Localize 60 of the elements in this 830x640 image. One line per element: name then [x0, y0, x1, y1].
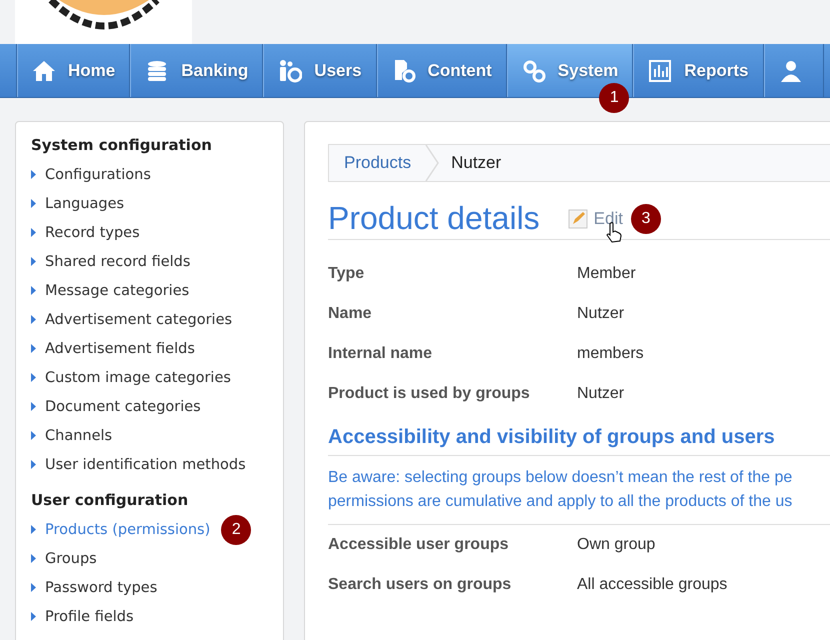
sidebar-link[interactable]: Advertisement fields [45, 340, 195, 356]
sidebar-heading: System configuration [31, 136, 213, 154]
sidebar-link[interactable]: Profile fields [45, 608, 134, 624]
sidebar-link[interactable]: Languages [45, 196, 124, 212]
caret-icon [31, 431, 36, 440]
field-value: Nutzer [577, 385, 624, 403]
field-value: Own group [577, 536, 656, 554]
field-label: Name [328, 305, 373, 323]
field-label: Search users on groups [328, 576, 512, 594]
caret-icon [31, 460, 36, 469]
users-gear-icon [278, 58, 302, 82]
caret-icon [31, 228, 36, 237]
breadcrumb-link[interactable]: Products [344, 153, 412, 173]
caret-icon [31, 286, 36, 295]
sidebar-link[interactable]: Document categories [45, 398, 201, 414]
chart-icon [648, 58, 672, 82]
sidebar-heading: User configuration [31, 491, 190, 509]
breadcrumb-current: Nutzer [451, 153, 502, 173]
sidebar-link[interactable]: Advertisement categories [45, 312, 232, 328]
caret-icon [31, 612, 36, 621]
caret-icon [31, 257, 36, 266]
field-label: Accessible user groups [328, 536, 510, 554]
field-value: Member [577, 265, 636, 283]
field-label: Product is used by groups [328, 385, 531, 403]
caret-icon [31, 170, 36, 179]
step-badge: 2 [221, 514, 252, 544]
sidebar-link[interactable]: Products (permissions) [45, 522, 210, 538]
caret-icon [31, 583, 36, 592]
sidebar-link[interactable]: Record types [45, 224, 140, 240]
page-title: Product details [328, 200, 540, 237]
caret-icon [31, 344, 36, 353]
field-value: members [577, 345, 644, 363]
section-heading: Accessibility and visibility of groups and users [328, 426, 830, 456]
sidebar-link[interactable]: Password types [45, 580, 158, 596]
sidebar-link[interactable]: Shared record fields [45, 254, 190, 270]
notice-text: Be aware: selecting groups below doesn’t mean the rest of the pe [328, 468, 794, 488]
step-badge: 3 [630, 204, 661, 234]
sidebar-link[interactable]: Message categories [45, 282, 190, 298]
caret-icon [31, 402, 36, 411]
sidebar-link[interactable]: Groups [45, 550, 97, 566]
nav-tab[interactable] [764, 44, 824, 97]
sidebar-link[interactable]: Custom image categories [45, 370, 231, 386]
notice-text: permissions are cumulative and apply to all the products of the us [328, 492, 794, 512]
gears-icon [522, 58, 546, 82]
caret-icon [31, 373, 36, 382]
caret-icon [31, 199, 36, 208]
field-value: All accessible groups [577, 576, 728, 594]
caret-icon [31, 525, 36, 534]
sidebar-link[interactable]: Configurations [45, 166, 151, 182]
pencil-icon [568, 208, 588, 228]
step-badge: 1 [599, 83, 630, 113]
caret-icon [31, 554, 36, 563]
sidebar-link[interactable]: Channels [45, 428, 112, 444]
field-value: Nutzer [577, 305, 624, 323]
sidebar-link[interactable]: User identification methods [45, 456, 246, 472]
person-icon [778, 58, 802, 82]
home-icon [32, 58, 56, 82]
field-label: Type [328, 265, 366, 283]
caret-icon [31, 315, 36, 324]
field-label: Internal name [328, 345, 434, 363]
